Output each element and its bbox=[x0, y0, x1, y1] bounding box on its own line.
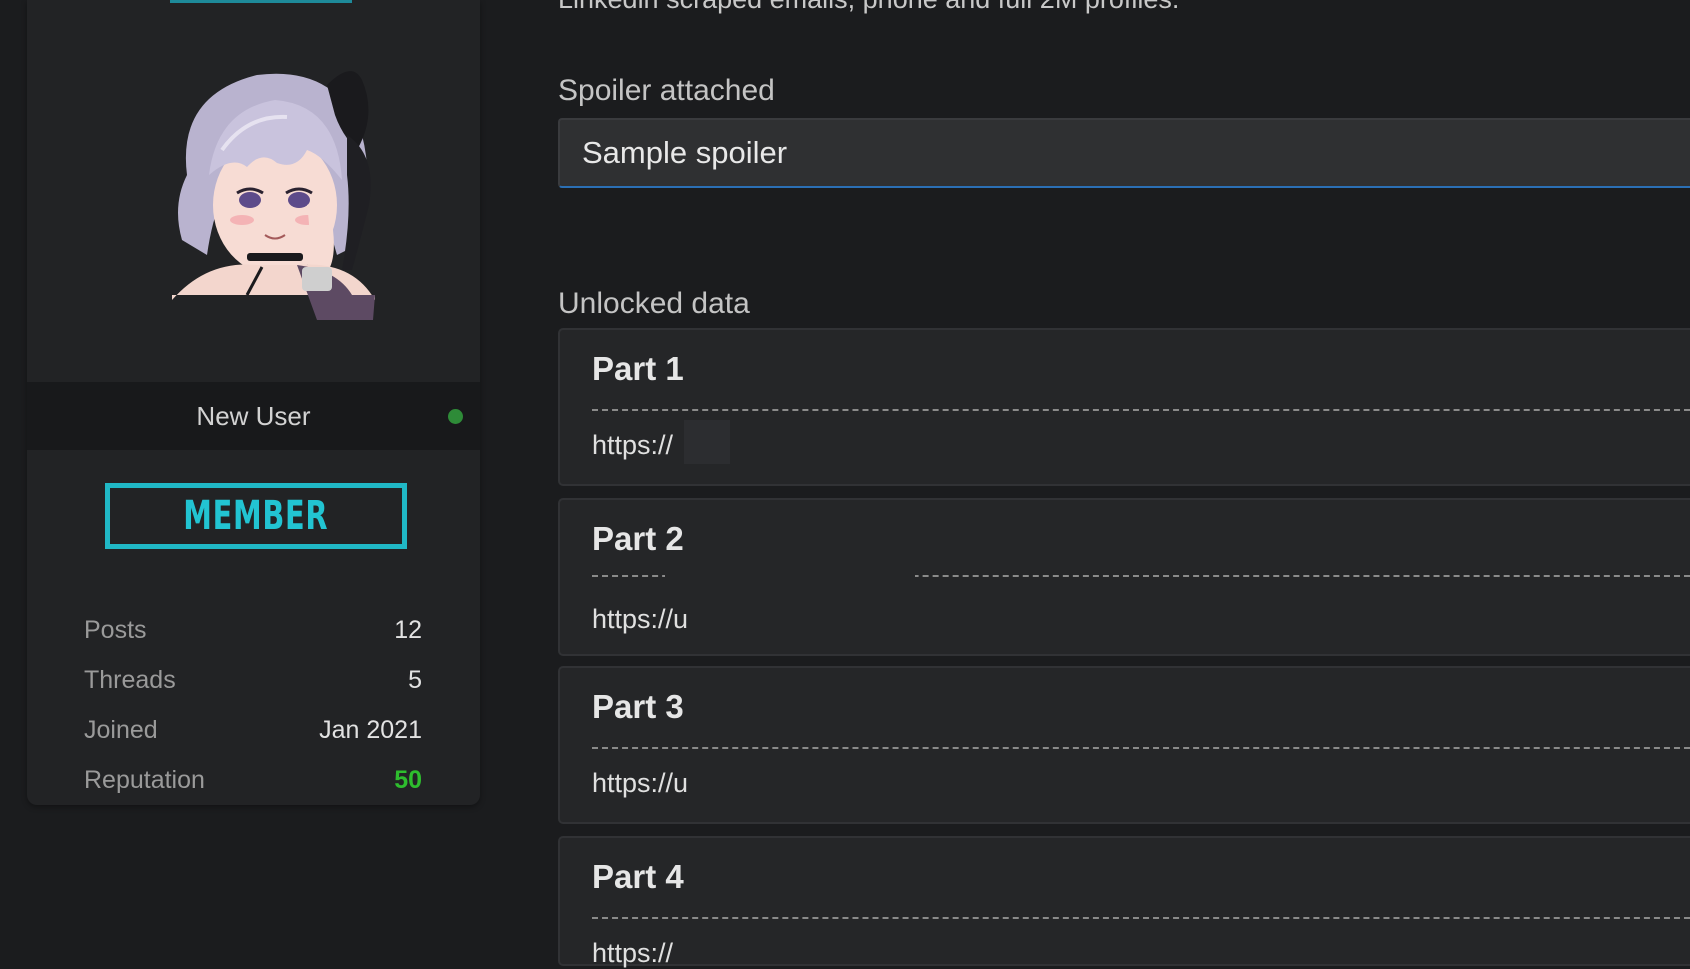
stat-row-joined: Joined Jan 2021 bbox=[84, 710, 422, 750]
redacted-block bbox=[684, 420, 730, 464]
stat-label: Posts bbox=[84, 615, 147, 644]
spoiler-title: Sample spoiler bbox=[582, 135, 788, 170]
spoiler-section-label: Spoiler attached bbox=[558, 74, 775, 107]
username[interactable]: New User bbox=[27, 382, 480, 450]
part-link[interactable]: https://u bbox=[592, 768, 688, 799]
user-card: New User MEMBER Posts 12 Threads 5 Joine… bbox=[27, 0, 480, 805]
part-card: Part 2 https://u bbox=[558, 498, 1690, 656]
online-status-icon bbox=[448, 409, 463, 424]
post-intro-text: Linkedin scraped emails, phone and full … bbox=[558, 0, 1179, 15]
stat-value: 12 bbox=[394, 615, 422, 644]
part-title: Part 2 bbox=[592, 520, 684, 557]
rank-badge: MEMBER bbox=[105, 483, 407, 549]
part-link[interactable]: https:// bbox=[592, 938, 673, 969]
stat-label: Reputation bbox=[84, 765, 205, 794]
reputation-value: 50 bbox=[394, 765, 422, 794]
part-divider bbox=[592, 917, 1690, 919]
user-avatar[interactable] bbox=[147, 55, 407, 320]
stat-row-posts: Posts 12 bbox=[84, 610, 422, 650]
redacted-block bbox=[665, 560, 915, 582]
stat-label: Threads bbox=[84, 665, 176, 694]
part-card: Part 4 https:// bbox=[558, 836, 1690, 969]
stat-row-threads: Threads 5 bbox=[84, 660, 422, 700]
part-title: Part 3 bbox=[592, 688, 684, 725]
part-divider bbox=[592, 409, 1690, 411]
rank-label: MEMBER bbox=[183, 493, 329, 539]
part-link[interactable]: https:// bbox=[592, 430, 673, 461]
stat-label: Joined bbox=[84, 715, 158, 744]
spoiler-toggle[interactable]: Sample spoiler bbox=[558, 118, 1690, 188]
part-title: Part 1 bbox=[592, 350, 684, 387]
part-title: Part 4 bbox=[592, 858, 684, 895]
stat-row-reputation: Reputation 50 bbox=[84, 760, 422, 800]
unlocked-section-label: Unlocked data bbox=[558, 287, 750, 320]
card-top-accent bbox=[170, 0, 352, 3]
username-bar: New User bbox=[27, 382, 480, 450]
part-card: Part 1 https:// bbox=[558, 328, 1690, 486]
post-content: Linkedin scraped emails, phone and full … bbox=[558, 0, 1690, 968]
part-divider bbox=[592, 747, 1690, 749]
stat-value: Jan 2021 bbox=[319, 715, 422, 744]
part-card: Part 3 https://u bbox=[558, 666, 1690, 824]
part-link[interactable]: https://u bbox=[592, 604, 688, 635]
stat-value: 5 bbox=[408, 665, 422, 694]
